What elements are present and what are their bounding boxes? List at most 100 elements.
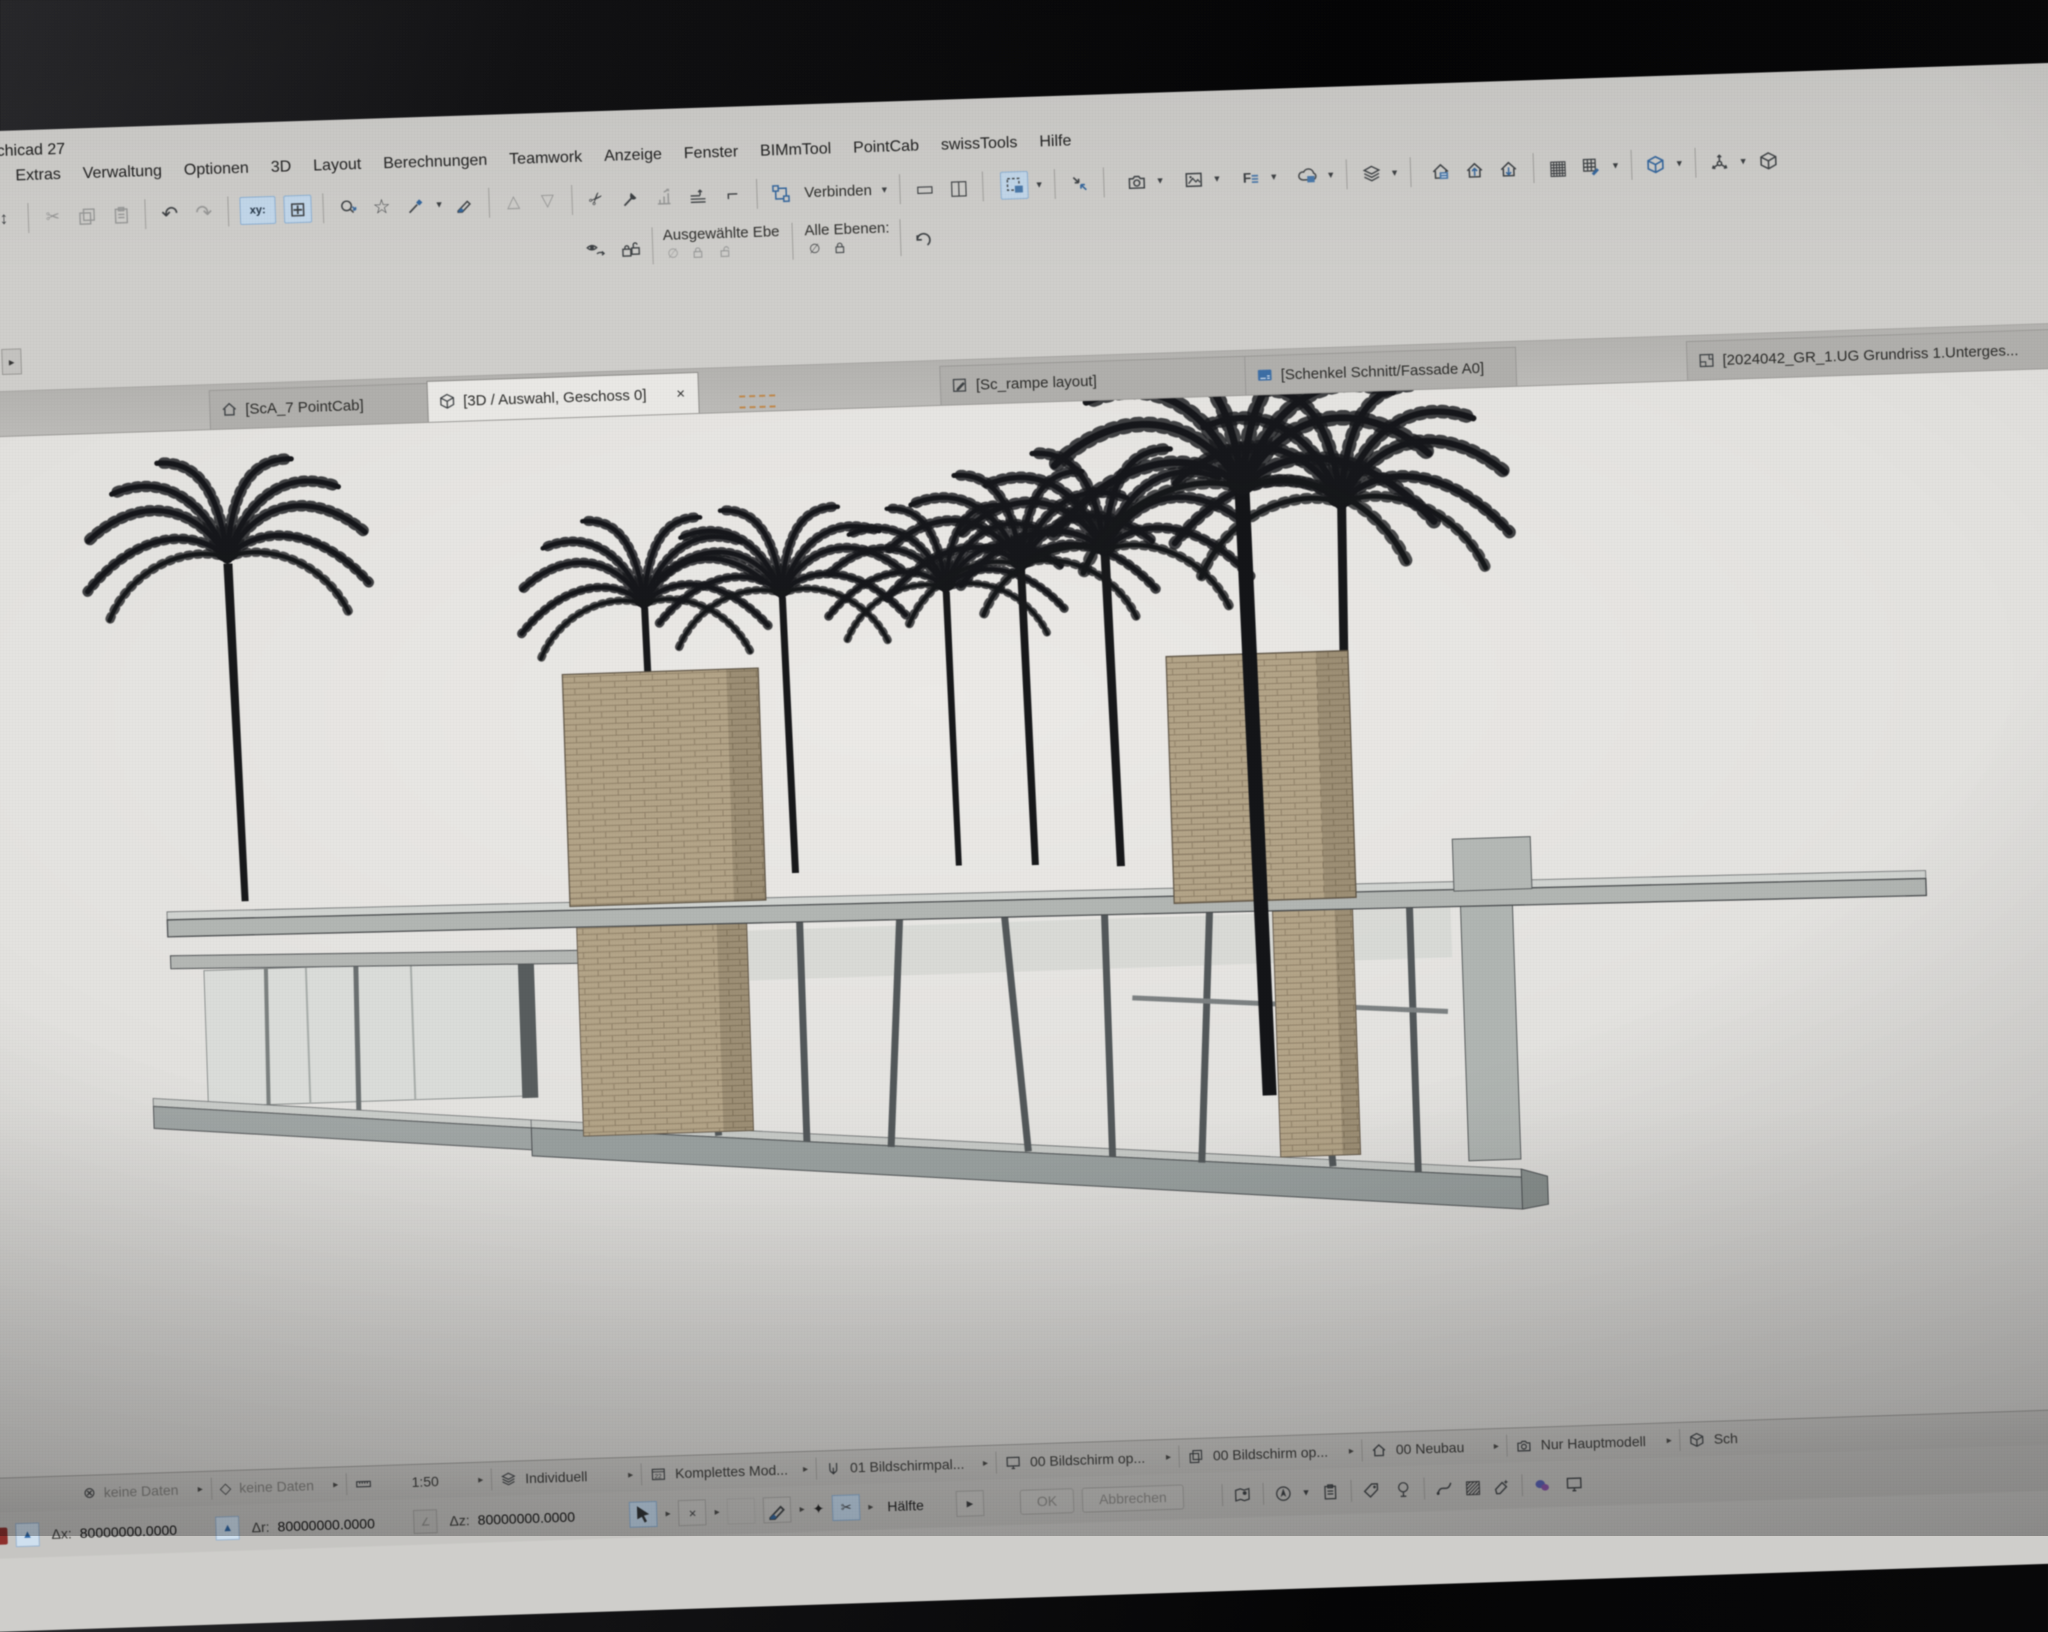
filter-list-icon[interactable] bbox=[1237, 164, 1264, 191]
status-home-story[interactable]: 00 Neubau ▸ bbox=[1363, 1437, 1508, 1459]
home-story-settings-icon[interactable] bbox=[1428, 158, 1455, 185]
orbit-icon[interactable] bbox=[1706, 149, 1733, 176]
menu-hilfe[interactable]: Hilfe bbox=[1039, 132, 1072, 151]
tree-icon[interactable] bbox=[1391, 1479, 1416, 1499]
menu-optionen[interactable]: Optionen bbox=[184, 160, 249, 180]
redo-icon[interactable]: ↷ bbox=[190, 199, 217, 226]
cut-icon[interactable]: ✂ bbox=[39, 204, 66, 231]
edit-pen-button[interactable] bbox=[763, 1496, 792, 1523]
sidebar-expand-button[interactable]: ▸ bbox=[1, 348, 22, 375]
menu-verwaltung[interactable]: Verwaltung bbox=[82, 163, 162, 184]
cancel-button[interactable]: Abbrechen bbox=[1082, 1484, 1184, 1512]
wall-extras-icon[interactable] bbox=[685, 182, 712, 209]
tag-icon[interactable] bbox=[1359, 1480, 1384, 1500]
spline-icon[interactable] bbox=[1432, 1478, 1457, 1498]
play-button[interactable]: ▸ bbox=[955, 1490, 984, 1517]
split-axe-icon[interactable] bbox=[617, 185, 644, 212]
menu-berechnungen[interactable]: Berechnungen bbox=[383, 152, 488, 173]
eye-swap-icon[interactable] bbox=[582, 237, 609, 264]
ok-button[interactable]: OK bbox=[1019, 1488, 1074, 1515]
cancel-op-button[interactable]: × bbox=[678, 1499, 707, 1526]
close-icon[interactable]: × bbox=[673, 385, 688, 402]
verbinden-label[interactable]: Verbinden bbox=[804, 182, 872, 201]
eye-slash-icon[interactable]: ∅ bbox=[667, 246, 679, 264]
menu-anzeige[interactable]: Anzeige bbox=[604, 146, 662, 166]
marquee-up-icon[interactable]: △ bbox=[500, 189, 527, 216]
status-main-model[interactable]: Nur Hauptmodell ▸ bbox=[1508, 1431, 1681, 1454]
eye-slash-icon[interactable]: ∅ bbox=[809, 241, 821, 259]
camera-icon[interactable] bbox=[1123, 168, 1150, 195]
north-compass-icon[interactable] bbox=[1271, 1483, 1296, 1503]
reset-arrow-icon[interactable] bbox=[909, 226, 936, 253]
menu-bimmtool[interactable]: BIMmTool bbox=[760, 140, 832, 160]
clipboard-sync-icon[interactable] bbox=[1318, 1482, 1343, 1502]
panel-icon[interactable] bbox=[1562, 1474, 1587, 1494]
status-navigator[interactable]: ⊗ keine Daten ▸ bbox=[75, 1480, 211, 1502]
trim-scissors-icon[interactable]: ✂ bbox=[578, 181, 615, 218]
dx-toggle-button[interactable]: ▲ bbox=[15, 1522, 40, 1547]
grid-pipette-icon[interactable] bbox=[1579, 153, 1606, 180]
status-model-view[interactable]: 00 Bildschirm op... ▸ bbox=[997, 1448, 1179, 1471]
story-up-icon[interactable] bbox=[1462, 157, 1489, 184]
menu-fenster[interactable]: Fenster bbox=[684, 143, 739, 163]
cloud-annotation-icon[interactable] bbox=[1294, 162, 1321, 189]
dz-value[interactable]: 80000000.0000 bbox=[477, 1508, 605, 1528]
unlock-icon[interactable] bbox=[717, 244, 733, 262]
lock-icon[interactable] bbox=[832, 240, 848, 258]
viewport-3d[interactable] bbox=[0, 365, 2048, 1478]
lock-icon[interactable] bbox=[690, 245, 706, 263]
chevron-down-icon[interactable]: ▼ bbox=[880, 185, 889, 195]
corner-icon[interactable]: ⌐ bbox=[719, 181, 746, 208]
story-down-icon[interactable] bbox=[1496, 156, 1523, 183]
marquee-view-button[interactable] bbox=[1000, 171, 1029, 200]
rotate-view-icon[interactable] bbox=[1755, 147, 1782, 174]
paste-icon[interactable] bbox=[107, 202, 134, 229]
undo-icon[interactable]: ↶ bbox=[156, 200, 183, 227]
column-icon[interactable]: ◫ bbox=[945, 174, 972, 201]
table-icon[interactable]: ▦ bbox=[1545, 154, 1572, 181]
placeholder-button[interactable] bbox=[727, 1498, 756, 1525]
dr-toggle-button[interactable]: ▲ bbox=[215, 1516, 240, 1541]
tab-drag-handle[interactable] bbox=[739, 394, 775, 408]
marquee-down-icon[interactable]: ▽ bbox=[534, 187, 561, 214]
pipette-icon[interactable] bbox=[402, 192, 429, 219]
3d-cutaway-icon[interactable] bbox=[1642, 151, 1669, 178]
image-view-icon[interactable] bbox=[1180, 166, 1207, 193]
menu-extras[interactable]: Extras bbox=[15, 166, 61, 185]
trim-mode-button[interactable]: ✂ bbox=[832, 1494, 861, 1521]
dx-value[interactable]: 80000000.0000 bbox=[79, 1521, 207, 1541]
favorite-star-icon[interactable]: ☆ bbox=[368, 193, 395, 220]
status-structure-display[interactable]: Sch bbox=[1680, 1428, 1782, 1448]
status-graphic-override[interactable]: 00 Bildschirm op... ▸ bbox=[1180, 1442, 1362, 1465]
eraser-icon[interactable] bbox=[1489, 1476, 1514, 1496]
menu-layout[interactable]: Layout bbox=[313, 156, 362, 176]
status-scale[interactable]: 1:50 ▸ bbox=[347, 1471, 492, 1493]
menu-3d[interactable]: 3D bbox=[270, 158, 291, 177]
status-pen-set[interactable]: 01 Bildschirmpal... ▸ bbox=[817, 1454, 996, 1477]
dz-toggle-button[interactable]: ∠ bbox=[413, 1509, 438, 1534]
cursor-mode-button[interactable] bbox=[629, 1501, 658, 1528]
status-layer-combination[interactable]: Individuell ▸ bbox=[492, 1466, 642, 1488]
zoom-select-icon[interactable] bbox=[334, 194, 361, 221]
menu-pointcab[interactable]: PointCab bbox=[853, 137, 919, 157]
adjust-icon[interactable] bbox=[651, 184, 678, 211]
tab-sca7-pointcab[interactable]: [ScA_7 PointCab] bbox=[209, 382, 446, 429]
grid-snap-button[interactable]: ⊞ bbox=[283, 195, 312, 224]
menu-teamwork[interactable]: Teamwork bbox=[509, 149, 582, 169]
map-icon[interactable] bbox=[1230, 1485, 1255, 1505]
dr-value[interactable]: 80000000.0000 bbox=[277, 1514, 405, 1534]
lock-pair-icon[interactable] bbox=[617, 236, 644, 263]
chevron-down-icon[interactable]: ▼ bbox=[1301, 1487, 1310, 1497]
coordinate-input-button[interactable]: xy: bbox=[239, 196, 276, 225]
status-renovation-filter[interactable]: Komplettes Mod... ▸ bbox=[642, 1460, 816, 1483]
connect-icon[interactable] bbox=[768, 180, 795, 207]
layers-icon[interactable] bbox=[1358, 160, 1385, 187]
copy-icon[interactable] bbox=[73, 203, 100, 230]
paint-splat-icon[interactable] bbox=[1530, 1475, 1555, 1495]
chevron-down-icon[interactable]: ▼ bbox=[434, 199, 443, 209]
status-pen[interactable]: ◇ keine Daten ▸ bbox=[211, 1475, 346, 1497]
resize-vertical-icon[interactable]: ↕ bbox=[0, 205, 17, 232]
menu-swisstools[interactable]: swissTools bbox=[941, 134, 1018, 155]
hatch-icon[interactable]: ▨ bbox=[1464, 1476, 1482, 1498]
injection-pen-icon[interactable] bbox=[451, 190, 478, 217]
